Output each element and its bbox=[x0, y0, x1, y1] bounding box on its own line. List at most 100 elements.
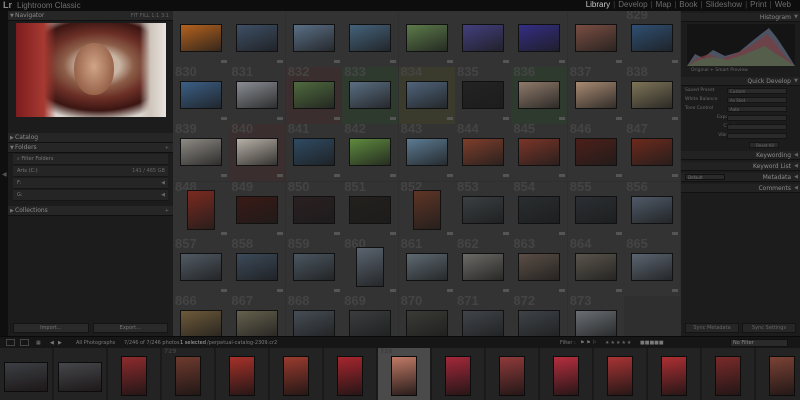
photo-thumbnail[interactable] bbox=[236, 138, 279, 167]
badge-icon[interactable] bbox=[221, 288, 227, 292]
badge-icon[interactable] bbox=[221, 117, 227, 121]
photo-thumbnail[interactable] bbox=[518, 252, 561, 281]
grid-cell[interactable]: 848 bbox=[173, 179, 229, 239]
filmstrip-thumbnail[interactable] bbox=[661, 356, 687, 396]
badge-icon[interactable] bbox=[503, 231, 509, 235]
photo-thumbnail[interactable] bbox=[462, 195, 504, 224]
badge-icon[interactable] bbox=[277, 288, 284, 292]
photo-thumbnail[interactable] bbox=[292, 195, 335, 224]
photo-thumbnail[interactable] bbox=[349, 310, 392, 336]
metadata-header[interactable]: Default Metadata ◀ bbox=[681, 173, 800, 182]
photo-thumbnail[interactable] bbox=[292, 310, 335, 336]
filmstrip-cell[interactable] bbox=[702, 348, 754, 400]
badge-icon[interactable] bbox=[446, 174, 453, 178]
badge-icon[interactable] bbox=[277, 117, 284, 121]
folder-row[interactable]: G: ◀ bbox=[13, 190, 168, 201]
filmstrip-thumbnail[interactable] bbox=[715, 356, 741, 396]
module-library[interactable]: Library bbox=[583, 0, 613, 9]
photo-thumbnail[interactable] bbox=[462, 252, 504, 281]
quick-develop-header[interactable]: Quick Develop ▼ bbox=[681, 77, 800, 86]
badge-icon[interactable] bbox=[503, 288, 509, 292]
badge-icon[interactable] bbox=[615, 117, 622, 121]
collapse-left-icon[interactable]: ◀ bbox=[2, 171, 7, 178]
photo-thumbnail[interactable] bbox=[236, 310, 279, 336]
grid-cell[interactable]: 846 bbox=[567, 121, 624, 182]
badge-icon[interactable] bbox=[559, 231, 566, 235]
folder-expand-icon[interactable]: ◀ bbox=[161, 178, 165, 189]
grid-cell[interactable]: 849 bbox=[229, 179, 286, 239]
grid-cell[interactable]: 834 bbox=[398, 64, 455, 125]
filmstrip-cell[interactable] bbox=[216, 348, 268, 400]
photo-thumbnail[interactable] bbox=[349, 81, 392, 110]
grid-cell[interactable]: 841 bbox=[285, 121, 342, 182]
folder-filter-field[interactable]: ⌕ Filter Folders bbox=[13, 154, 168, 165]
badge-icon[interactable] bbox=[333, 288, 340, 292]
left-panel-edge[interactable]: ◀ bbox=[0, 11, 8, 336]
grid-cell[interactable] bbox=[342, 11, 399, 67]
filmstrip-thumbnail[interactable] bbox=[607, 356, 633, 396]
filmstrip-thumbnail[interactable] bbox=[499, 356, 525, 396]
grid-cell[interactable]: 863 bbox=[511, 236, 568, 296]
badge-icon[interactable] bbox=[503, 60, 509, 63]
clarity-stepper[interactable] bbox=[727, 124, 787, 130]
grid-cell[interactable]: 836 bbox=[511, 64, 568, 125]
photo-thumbnail[interactable] bbox=[236, 252, 279, 281]
grid-cell[interactable]: 837 bbox=[567, 64, 624, 125]
grid-cell[interactable]: 832 bbox=[285, 64, 342, 125]
filmstrip-thumbnail[interactable] bbox=[121, 356, 147, 396]
badge-icon[interactable] bbox=[559, 174, 566, 178]
sync-settings-button[interactable]: Sync Settings bbox=[742, 323, 796, 333]
badge-icon[interactable] bbox=[559, 117, 566, 121]
photo-thumbnail[interactable] bbox=[187, 189, 215, 230]
grid-cell[interactable]: 857 bbox=[173, 236, 229, 296]
tone-control-button[interactable]: Auto bbox=[727, 106, 787, 112]
photo-thumbnail[interactable] bbox=[574, 81, 617, 110]
photo-thumbnail[interactable] bbox=[631, 81, 674, 110]
photo-thumbnail[interactable] bbox=[356, 246, 385, 287]
filmstrip-thumbnail[interactable] bbox=[175, 356, 201, 396]
filmstrip-cell[interactable] bbox=[270, 348, 322, 400]
badge-icon[interactable] bbox=[390, 231, 397, 235]
filmstrip-cell[interactable] bbox=[540, 348, 592, 400]
grid-cell[interactable]: 855 bbox=[567, 179, 624, 239]
photo-thumbnail[interactable] bbox=[405, 24, 448, 52]
filmstrip-thumbnail[interactable] bbox=[769, 356, 795, 396]
grid-cell[interactable]: 869 bbox=[342, 293, 399, 336]
saved-preset-select[interactable]: Custom bbox=[727, 88, 787, 94]
folder-row[interactable]: Arts (C:) 141 / 465 GB bbox=[13, 166, 168, 177]
photo-thumbnail[interactable] bbox=[405, 138, 448, 167]
badge-icon[interactable] bbox=[615, 60, 622, 63]
grid-cell[interactable]: 830 bbox=[173, 64, 229, 125]
badge-icon[interactable] bbox=[559, 288, 566, 292]
grid-cell[interactable]: 858 bbox=[229, 236, 286, 296]
badge-icon[interactable] bbox=[221, 60, 227, 63]
badge-icon[interactable] bbox=[277, 231, 284, 235]
module-map[interactable]: Map bbox=[653, 0, 675, 9]
grid-cell[interactable]: 839 bbox=[173, 121, 229, 182]
badge-icon[interactable] bbox=[277, 174, 284, 178]
badge-icon[interactable] bbox=[333, 117, 340, 121]
grid-cell[interactable]: 840 bbox=[229, 121, 286, 182]
photo-thumbnail[interactable] bbox=[292, 81, 335, 110]
photo-thumbnail[interactable] bbox=[405, 310, 448, 336]
grid-cell[interactable]: 864 bbox=[567, 236, 624, 296]
collections-header[interactable]: ▶ Collections + bbox=[8, 206, 173, 216]
badge-icon[interactable] bbox=[672, 288, 679, 292]
badge-icon[interactable] bbox=[672, 117, 679, 121]
photo-thumbnail[interactable] bbox=[574, 138, 617, 167]
grid-cell[interactable]: 851 bbox=[342, 179, 399, 239]
folder-expand-icon[interactable]: ◀ bbox=[161, 190, 165, 201]
badge-icon[interactable] bbox=[615, 174, 622, 178]
zoom-options[interactable]: FIT FILL 1:1 3:1 bbox=[131, 11, 169, 21]
filmstrip-cell[interactable] bbox=[648, 348, 700, 400]
filmstrip-thumbnail[interactable] bbox=[445, 356, 471, 396]
photo-thumbnail[interactable] bbox=[518, 195, 561, 224]
filmstrip-thumbnail[interactable] bbox=[553, 356, 579, 396]
photo-thumbnail[interactable] bbox=[462, 24, 504, 52]
filmstrip-thumbnail[interactable] bbox=[283, 356, 309, 396]
badge-icon[interactable] bbox=[672, 174, 679, 178]
folders-header[interactable]: ▼ Folders + bbox=[8, 143, 173, 153]
badge-icon[interactable] bbox=[221, 231, 227, 235]
badge-icon[interactable] bbox=[672, 231, 679, 235]
grid-cell[interactable]: 852 bbox=[398, 179, 455, 239]
